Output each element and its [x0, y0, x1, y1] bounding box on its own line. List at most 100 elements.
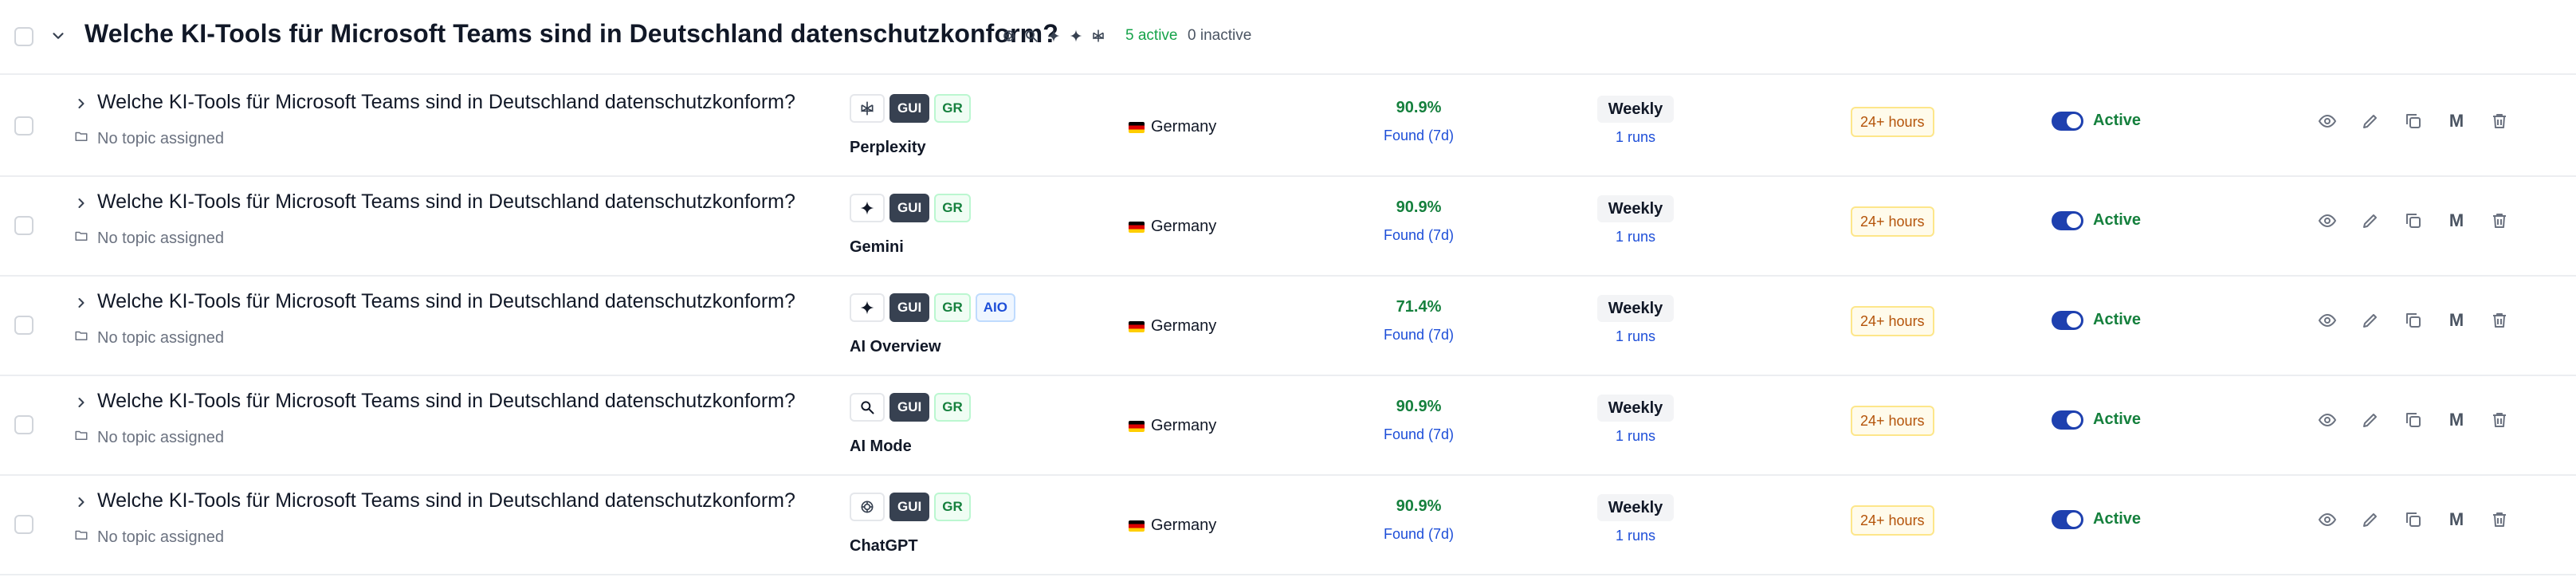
copy-icon[interactable]: [2402, 409, 2425, 431]
status-label: Active: [2093, 410, 2142, 428]
runs-link[interactable]: 1 runs: [1597, 428, 1674, 445]
germany-flag-icon: [1129, 121, 1145, 133]
folder-icon: [73, 528, 89, 547]
m-icon[interactable]: M: [2445, 210, 2468, 232]
copy-icon[interactable]: [2402, 210, 2425, 232]
inactive-count: 0 inactive: [1188, 27, 1252, 44]
platform-name: Perplexity: [850, 139, 926, 156]
eye-icon[interactable]: [2316, 309, 2338, 332]
eye-icon[interactable]: [2316, 110, 2338, 132]
country-cell: Germany: [1129, 516, 1216, 535]
found-link[interactable]: Found (7d): [1379, 128, 1459, 144]
chevron-right-icon[interactable]: [73, 195, 89, 215]
m-icon[interactable]: M: [2445, 508, 2468, 531]
prompt-question[interactable]: Welche KI-Tools für Microsoft Teams sind…: [97, 190, 795, 214]
freshness-badge: 24+ hours: [1851, 505, 1934, 536]
chevron-right-icon[interactable]: [73, 395, 89, 414]
eye-icon[interactable]: [2316, 210, 2338, 232]
trash-icon[interactable]: [2488, 409, 2511, 431]
runs-link[interactable]: 1 runs: [1597, 328, 1674, 345]
runs-link[interactable]: 1 runs: [1597, 129, 1674, 146]
chevron-right-icon[interactable]: [73, 295, 89, 315]
tag-gr: GR: [934, 293, 971, 322]
runs-link[interactable]: 1 runs: [1597, 528, 1674, 544]
germany-flag-icon: [1129, 420, 1145, 432]
row-select-checkbox[interactable]: [14, 415, 33, 434]
m-icon[interactable]: M: [2445, 309, 2468, 332]
prompt-question[interactable]: Welche KI-Tools für Microsoft Teams sind…: [97, 489, 795, 512]
chatgpt-icon: [850, 493, 885, 521]
m-icon[interactable]: M: [2445, 409, 2468, 431]
m-icon[interactable]: M: [2445, 110, 2468, 132]
pencil-icon[interactable]: [2359, 508, 2382, 531]
found-link[interactable]: Found (7d): [1379, 426, 1459, 443]
germany-flag-icon: [1129, 320, 1145, 332]
platform-badges: GUI GR: [850, 493, 971, 521]
row-select-checkbox[interactable]: [14, 515, 33, 534]
runs-link[interactable]: 1 runs: [1597, 229, 1674, 245]
found-link[interactable]: Found (7d): [1379, 526, 1459, 543]
ai-overview-icon: [850, 293, 885, 322]
trash-icon[interactable]: [2488, 508, 2511, 531]
prompt-row[interactable]: Welche KI-Tools für Microsoft Teams sind…: [0, 375, 2576, 476]
tag-gui: GUI: [889, 293, 930, 322]
pencil-icon[interactable]: [2359, 210, 2382, 232]
pencil-icon[interactable]: [2359, 409, 2382, 431]
tag-aio: AIO: [975, 293, 1015, 322]
platform-name: Gemini: [850, 238, 904, 256]
freshness-badge: 24+ hours: [1851, 107, 1934, 137]
active-toggle[interactable]: [2052, 510, 2083, 529]
copy-icon[interactable]: [2402, 309, 2425, 332]
chevron-right-icon[interactable]: [73, 96, 89, 116]
copy-icon[interactable]: [2402, 508, 2425, 531]
topic-label: No topic assigned: [73, 528, 224, 547]
row-select-checkbox[interactable]: [14, 316, 33, 335]
active-toggle[interactable]: [2052, 410, 2083, 430]
eye-icon[interactable]: [2316, 508, 2338, 531]
group-select-checkbox[interactable]: [14, 27, 33, 46]
copy-icon[interactable]: [2402, 110, 2425, 132]
prompt-row[interactable]: Welche KI-Tools für Microsoft Teams sind…: [0, 276, 2576, 376]
prompt-question[interactable]: Welche KI-Tools für Microsoft Teams sind…: [97, 390, 795, 413]
ai-mode-icon: [1023, 26, 1039, 45]
prompt-question[interactable]: Welche KI-Tools für Microsoft Teams sind…: [97, 290, 795, 313]
pencil-icon[interactable]: [2359, 110, 2382, 132]
row-select-checkbox[interactable]: [14, 116, 33, 135]
topic-text: No topic assigned: [97, 528, 224, 546]
perplexity-icon: [1090, 26, 1106, 45]
eye-icon[interactable]: [2316, 409, 2338, 431]
status-label: Active: [2093, 510, 2142, 528]
folder-icon: [73, 229, 89, 248]
country-cell: Germany: [1129, 317, 1216, 336]
topic-label: No topic assigned: [73, 229, 224, 248]
chevron-right-icon[interactable]: [73, 494, 89, 514]
found-link[interactable]: Found (7d): [1379, 227, 1459, 244]
found-link[interactable]: Found (7d): [1379, 327, 1459, 344]
active-toggle[interactable]: [2052, 211, 2083, 230]
prompt-row[interactable]: Welche KI-Tools für Microsoft Teams sind…: [0, 475, 2576, 575]
chevron-down-icon[interactable]: [49, 27, 67, 49]
tag-gr: GR: [934, 393, 971, 422]
row-select-checkbox[interactable]: [14, 216, 33, 235]
visibility-percent: 90.9%: [1396, 497, 1442, 515]
prompt-row[interactable]: Welche KI-Tools für Microsoft Teams sind…: [0, 77, 2576, 177]
tag-gui: GUI: [889, 393, 930, 422]
germany-flag-icon: [1129, 221, 1145, 233]
pencil-icon[interactable]: [2359, 309, 2382, 332]
country-name: Germany: [1151, 317, 1217, 335]
ai-mode-icon: [850, 393, 885, 422]
prompt-question[interactable]: Welche KI-Tools für Microsoft Teams sind…: [97, 91, 795, 114]
prompt-row[interactable]: Welche KI-Tools für Microsoft Teams sind…: [0, 176, 2576, 277]
platform-badges: GUI GR: [850, 94, 971, 123]
active-toggle[interactable]: [2052, 311, 2083, 330]
trash-icon[interactable]: [2488, 210, 2511, 232]
trash-icon[interactable]: [2488, 309, 2511, 332]
folder-icon: [73, 129, 89, 148]
frequency-badge: Weekly: [1597, 195, 1674, 222]
platform-name: AI Mode: [850, 438, 912, 455]
active-toggle[interactable]: [2052, 112, 2083, 131]
trash-icon[interactable]: [2488, 110, 2511, 132]
group-platform-icons: [1001, 24, 1106, 48]
tag-gr: GR: [934, 493, 971, 521]
platform-badges: GUI GR: [850, 393, 971, 422]
